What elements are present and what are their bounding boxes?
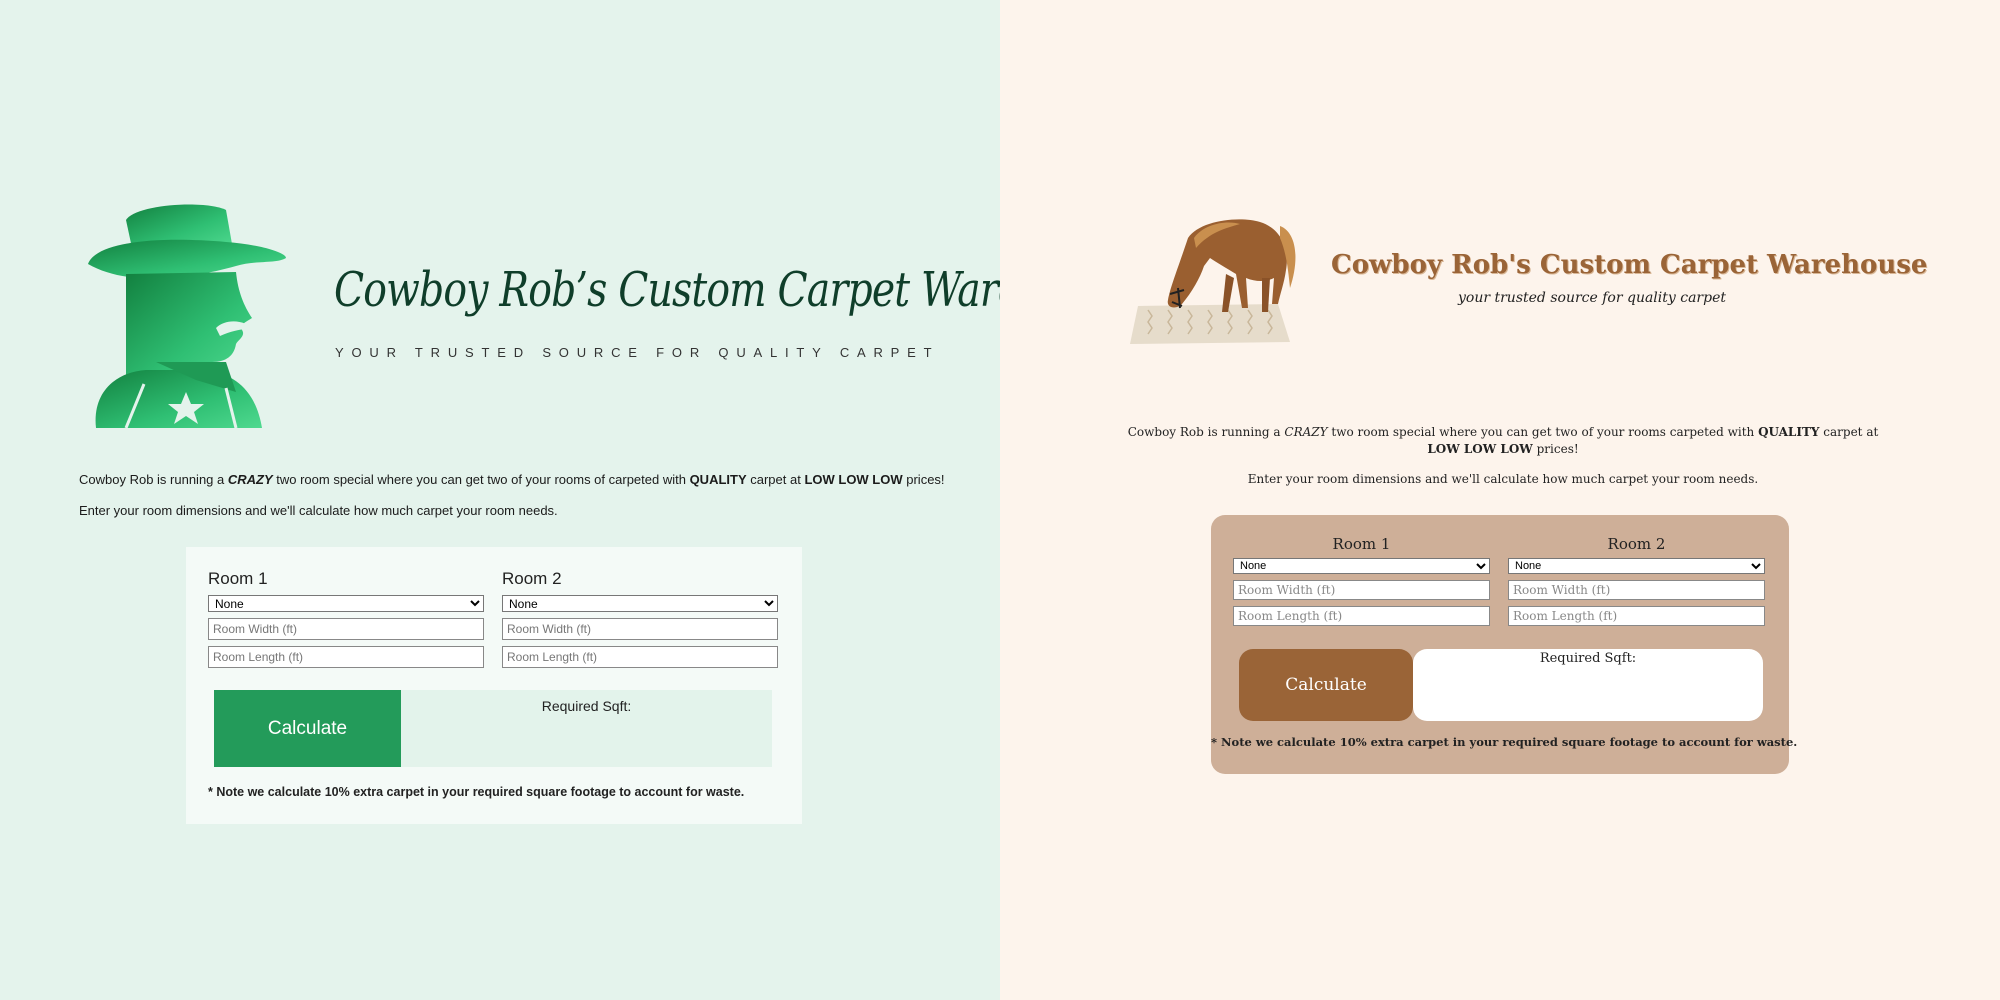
room-1-shape-select[interactable]: None bbox=[208, 595, 484, 612]
site-tagline: YOUR TRUSTED SOURCE FOR QUALITY CARPET bbox=[335, 345, 940, 360]
room-2-width-input[interactable] bbox=[1508, 580, 1765, 600]
required-sqft-result: Required Sqft: bbox=[1413, 649, 1763, 721]
instructions-text: Enter your room dimensions and we'll cal… bbox=[79, 503, 558, 518]
site-title: Cowboy Rob’s Custom Carpet Warehouse bbox=[334, 262, 1135, 318]
room-2-title: Room 2 bbox=[1607, 535, 1666, 553]
room-1-title: Room 1 bbox=[1332, 535, 1391, 553]
calculate-button[interactable]: Calculate bbox=[1239, 649, 1413, 721]
required-sqft-label: Required Sqft: bbox=[1539, 651, 1637, 666]
site-title: Cowboy Rob's Custom Carpet Warehouse bbox=[1331, 250, 1928, 280]
room-2-title: Room 2 bbox=[502, 569, 562, 588]
required-sqft-label: Required Sqft: bbox=[541, 698, 632, 714]
calculate-button[interactable]: Calculate bbox=[214, 690, 401, 767]
horse-on-carpet-icon bbox=[1130, 219, 1296, 344]
room-1-length-input[interactable] bbox=[208, 646, 484, 668]
room-1-group: Room 1 None bbox=[1233, 535, 1490, 632]
room-1-length-input[interactable] bbox=[1233, 606, 1490, 626]
room-1-width-input[interactable] bbox=[208, 618, 484, 640]
room-2-width-input[interactable] bbox=[502, 618, 778, 640]
brown-theme-panel: Cowboy Rob's Custom Carpet Warehouse you… bbox=[1000, 0, 2000, 1000]
room-2-shape-select[interactable]: None bbox=[502, 595, 778, 612]
room-1-shape-select[interactable]: None bbox=[1233, 558, 1490, 574]
waste-note: * Note we calculate 10% extra carpet in … bbox=[208, 785, 745, 799]
room-2-length-input[interactable] bbox=[1508, 606, 1765, 626]
instructions-text: Enter your room dimensions and we'll cal… bbox=[1247, 472, 1759, 486]
room-2-length-input[interactable] bbox=[502, 646, 778, 668]
site-tagline: your trusted source for quality carpet bbox=[1457, 290, 1726, 306]
room-2-group: Room 2 None bbox=[1508, 535, 1765, 632]
room-2-group: Room 2 None bbox=[502, 569, 778, 674]
cowboy-silhouette-icon bbox=[88, 204, 286, 428]
promo-text: Cowboy Rob is running a CRAZY two room s… bbox=[1127, 425, 1879, 456]
room-1-title: Room 1 bbox=[208, 569, 268, 588]
carpet-calculator-card: Room 1 None Room 2 None Calculate Requir… bbox=[186, 547, 802, 824]
waste-note: * Note we calculate 10% extra carpet in … bbox=[1211, 735, 1798, 749]
green-theme-panel: Cowboy Rob’s Custom Carpet Warehouse YOU… bbox=[0, 0, 1135, 1000]
required-sqft-result: Required Sqft: bbox=[401, 690, 772, 767]
carpet-calculator-card: Room 1 None Room 2 None Calculate Requir… bbox=[1211, 515, 1798, 774]
promo-text: Cowboy Rob is running a CRAZY two room s… bbox=[79, 472, 945, 487]
room-2-shape-select[interactable]: None bbox=[1508, 558, 1765, 574]
room-1-width-input[interactable] bbox=[1233, 580, 1490, 600]
room-1-group: Room 1 None bbox=[208, 569, 484, 674]
